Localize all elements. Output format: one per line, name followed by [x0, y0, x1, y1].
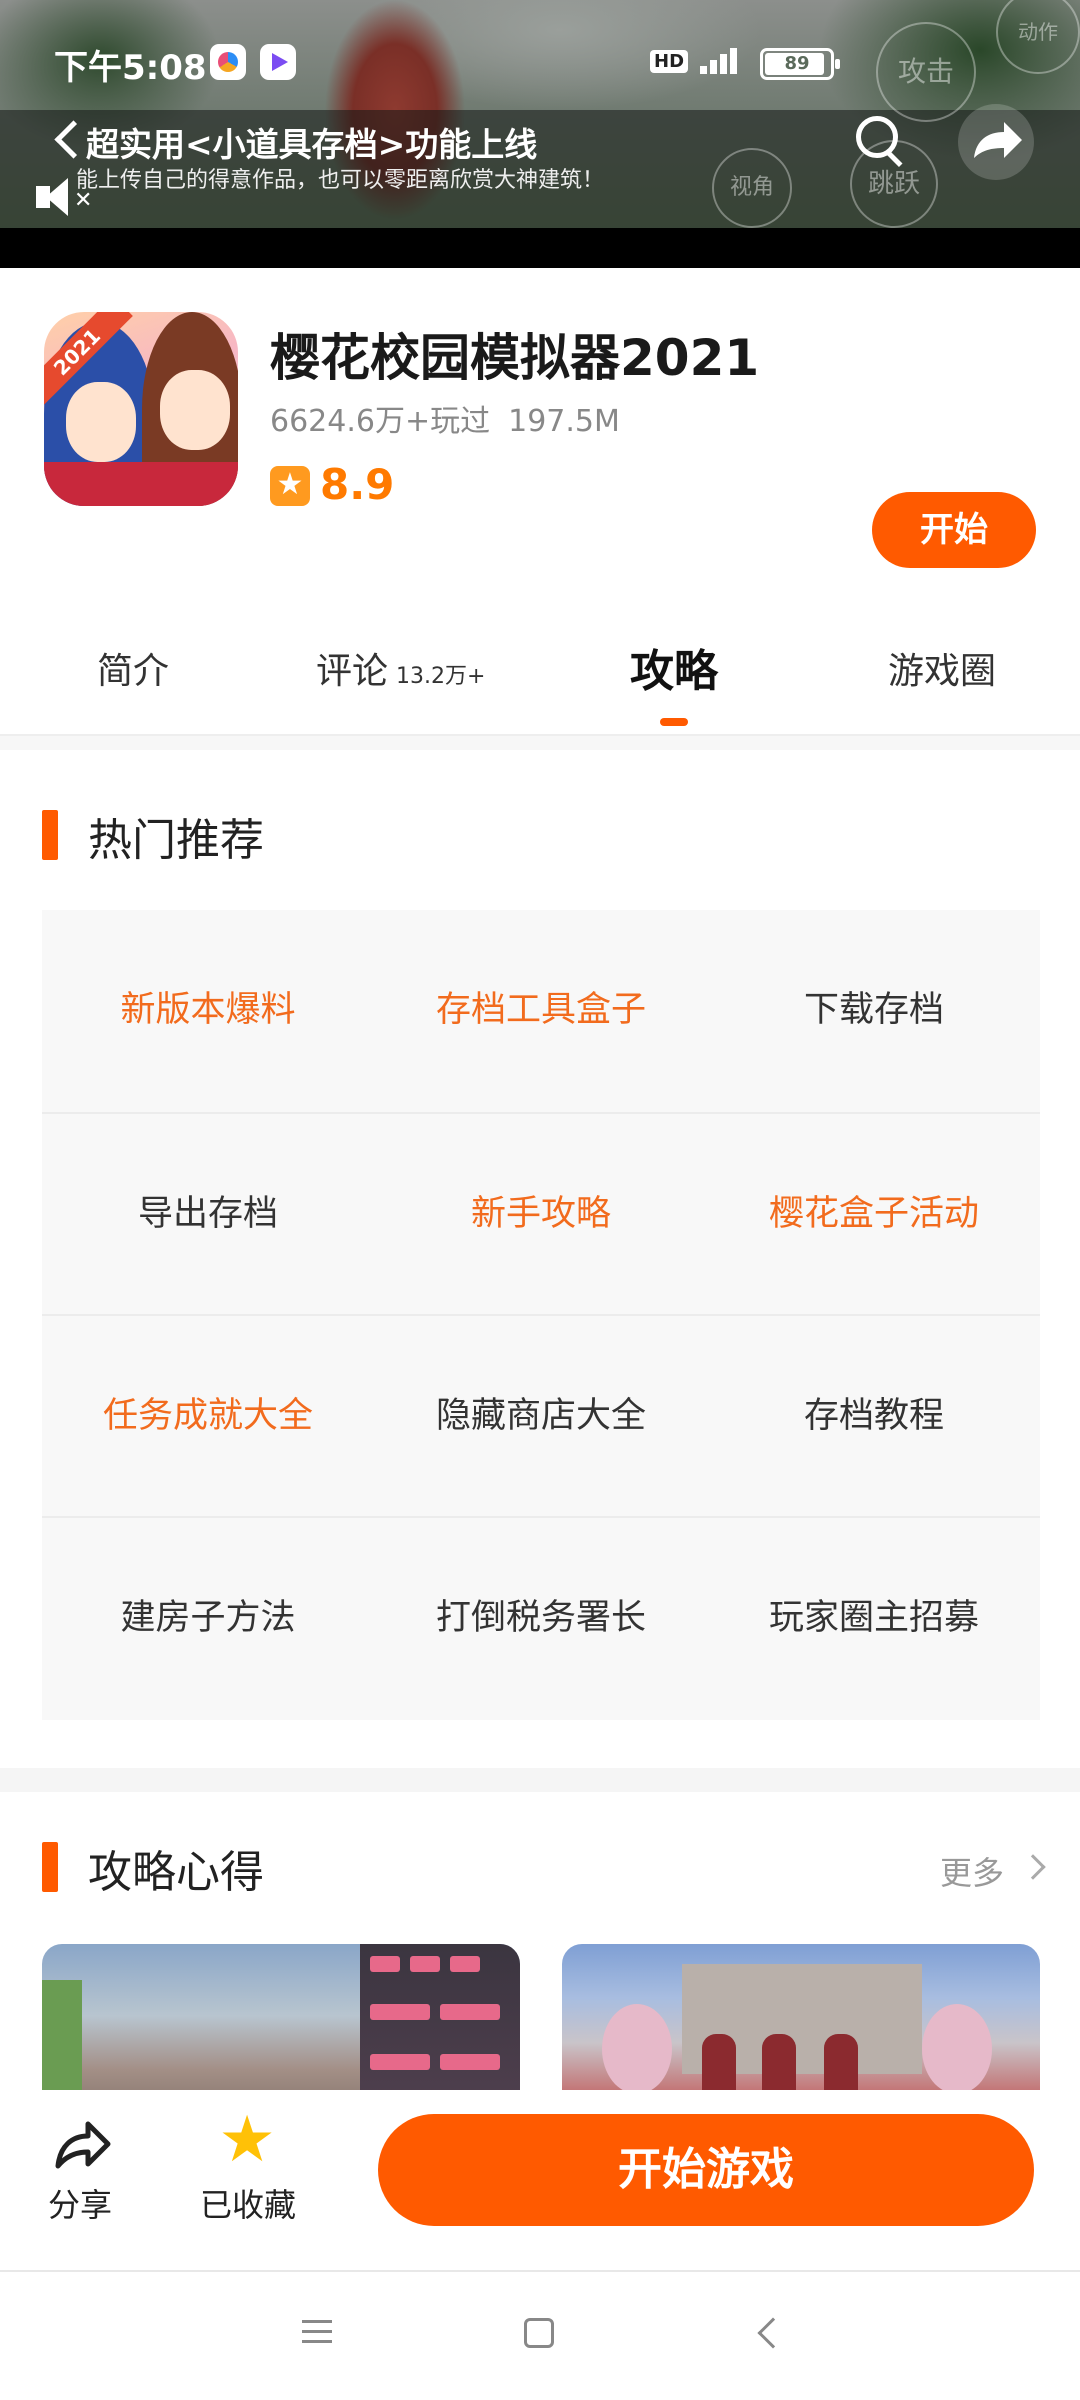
more-link[interactable]: 更多	[940, 1848, 1004, 1894]
section-gap	[0, 1768, 1080, 1792]
battery-icon: 89	[760, 48, 840, 80]
hot-section-title: 热门推荐	[88, 815, 264, 866]
video-game-view-button: 视角	[712, 148, 792, 228]
tab-game-circle-label: 游戏圈	[888, 651, 997, 692]
active-tab-indicator	[660, 718, 688, 726]
menu-icon[interactable]	[302, 2320, 332, 2344]
share-icon[interactable]	[54, 2118, 112, 2170]
grid-item-box-event[interactable]: 樱花盒子活动	[708, 1114, 1040, 1314]
grid-item-missions-achievements[interactable]: 任务成就大全	[42, 1316, 374, 1516]
rating-star-icon	[270, 466, 310, 506]
start-game-button[interactable]: 开始游戏	[378, 2114, 1034, 2226]
grid-item-build-house[interactable]: 建房子方法	[42, 1518, 374, 1718]
notification-video-app-icon	[260, 44, 296, 80]
tab-guides-label: 攻略	[630, 646, 718, 697]
signal-icon	[700, 44, 746, 74]
section-marker	[42, 1842, 58, 1892]
home-icon[interactable]	[524, 2318, 554, 2348]
app-play-count: 6624.6万+玩过	[270, 404, 491, 439]
share-label[interactable]: 分享	[48, 2180, 112, 2226]
app-icon: 2021	[44, 312, 238, 506]
mute-icon[interactable]: ✕	[36, 176, 96, 220]
grid-item-new-version-news[interactable]: 新版本爆料	[42, 910, 374, 1110]
app-meta: 6624.6万+玩过 197.5M	[270, 396, 620, 440]
rating-score: 8.9	[320, 460, 395, 509]
tab-comments-count: 13.2万+	[396, 664, 486, 689]
grid-item-beginner-guide[interactable]: 新手攻略	[375, 1114, 707, 1314]
star-icon[interactable]: ★	[212, 2108, 282, 2172]
video-subtitle: 能上传自己的得意作品，也可以零距离欣赏大神建筑！	[76, 168, 605, 193]
tab-guides[interactable]: 攻略	[630, 630, 718, 714]
tab-game-circle[interactable]: 游戏圈	[888, 630, 996, 714]
video-letterbox	[0, 228, 1080, 268]
hot-recommend-grid: 新版本爆料 存档工具盒子 下载存档 导出存档 新手攻略 樱花盒子活动 任务成就大…	[42, 910, 1040, 1720]
tab-comments[interactable]: 评论 13.2万+	[316, 630, 485, 714]
guides-section-title: 攻略心得	[88, 1847, 264, 1898]
tab-comments-label: 评论	[316, 651, 389, 692]
grid-item-save-toolbox[interactable]: 存档工具盒子	[375, 910, 707, 1110]
tab-bar: 简介 评论 13.2万+ 攻略 游戏圈	[0, 630, 1080, 734]
section-gap	[0, 736, 1080, 750]
section-marker	[42, 810, 58, 860]
share-icon[interactable]	[958, 104, 1034, 180]
grid-item-circle-host-recruit[interactable]: 玩家圈主招募	[708, 1518, 1040, 1718]
grid-item-hidden-shops[interactable]: 隐藏商店大全	[375, 1316, 707, 1516]
tab-intro-label: 简介	[97, 651, 170, 692]
grid-item-defeat-tax-chief[interactable]: 打倒税务署长	[375, 1518, 707, 1718]
video-title: 超实用<小道具存档>功能上线	[86, 125, 538, 164]
chevron-right-icon[interactable]	[1020, 1854, 1046, 1880]
start-button[interactable]: 开始	[872, 492, 1036, 568]
back-icon[interactable]	[52, 118, 82, 158]
favorite-label[interactable]: 已收藏	[200, 2180, 296, 2226]
video-player[interactable]: 攻击 动作 跳跃 视角 下午5:08 HD 89 超实用<小道具存档>功能上线 …	[0, 0, 1080, 268]
app-name: 樱花校园模拟器2021	[270, 329, 760, 387]
grid-item-download-save[interactable]: 下载存档	[708, 910, 1040, 1110]
status-time: 下午5:08	[54, 48, 207, 88]
battery-percent: 89	[784, 53, 810, 74]
grid-item-save-tutorial[interactable]: 存档教程	[708, 1316, 1040, 1516]
notification-app-icon	[210, 44, 246, 80]
app-size: 197.5M	[508, 404, 620, 439]
network-hd-badge: HD	[650, 50, 689, 73]
grid-item-export-save[interactable]: 导出存档	[42, 1114, 374, 1314]
tab-intro[interactable]: 简介	[97, 630, 169, 714]
search-icon[interactable]	[852, 112, 908, 168]
